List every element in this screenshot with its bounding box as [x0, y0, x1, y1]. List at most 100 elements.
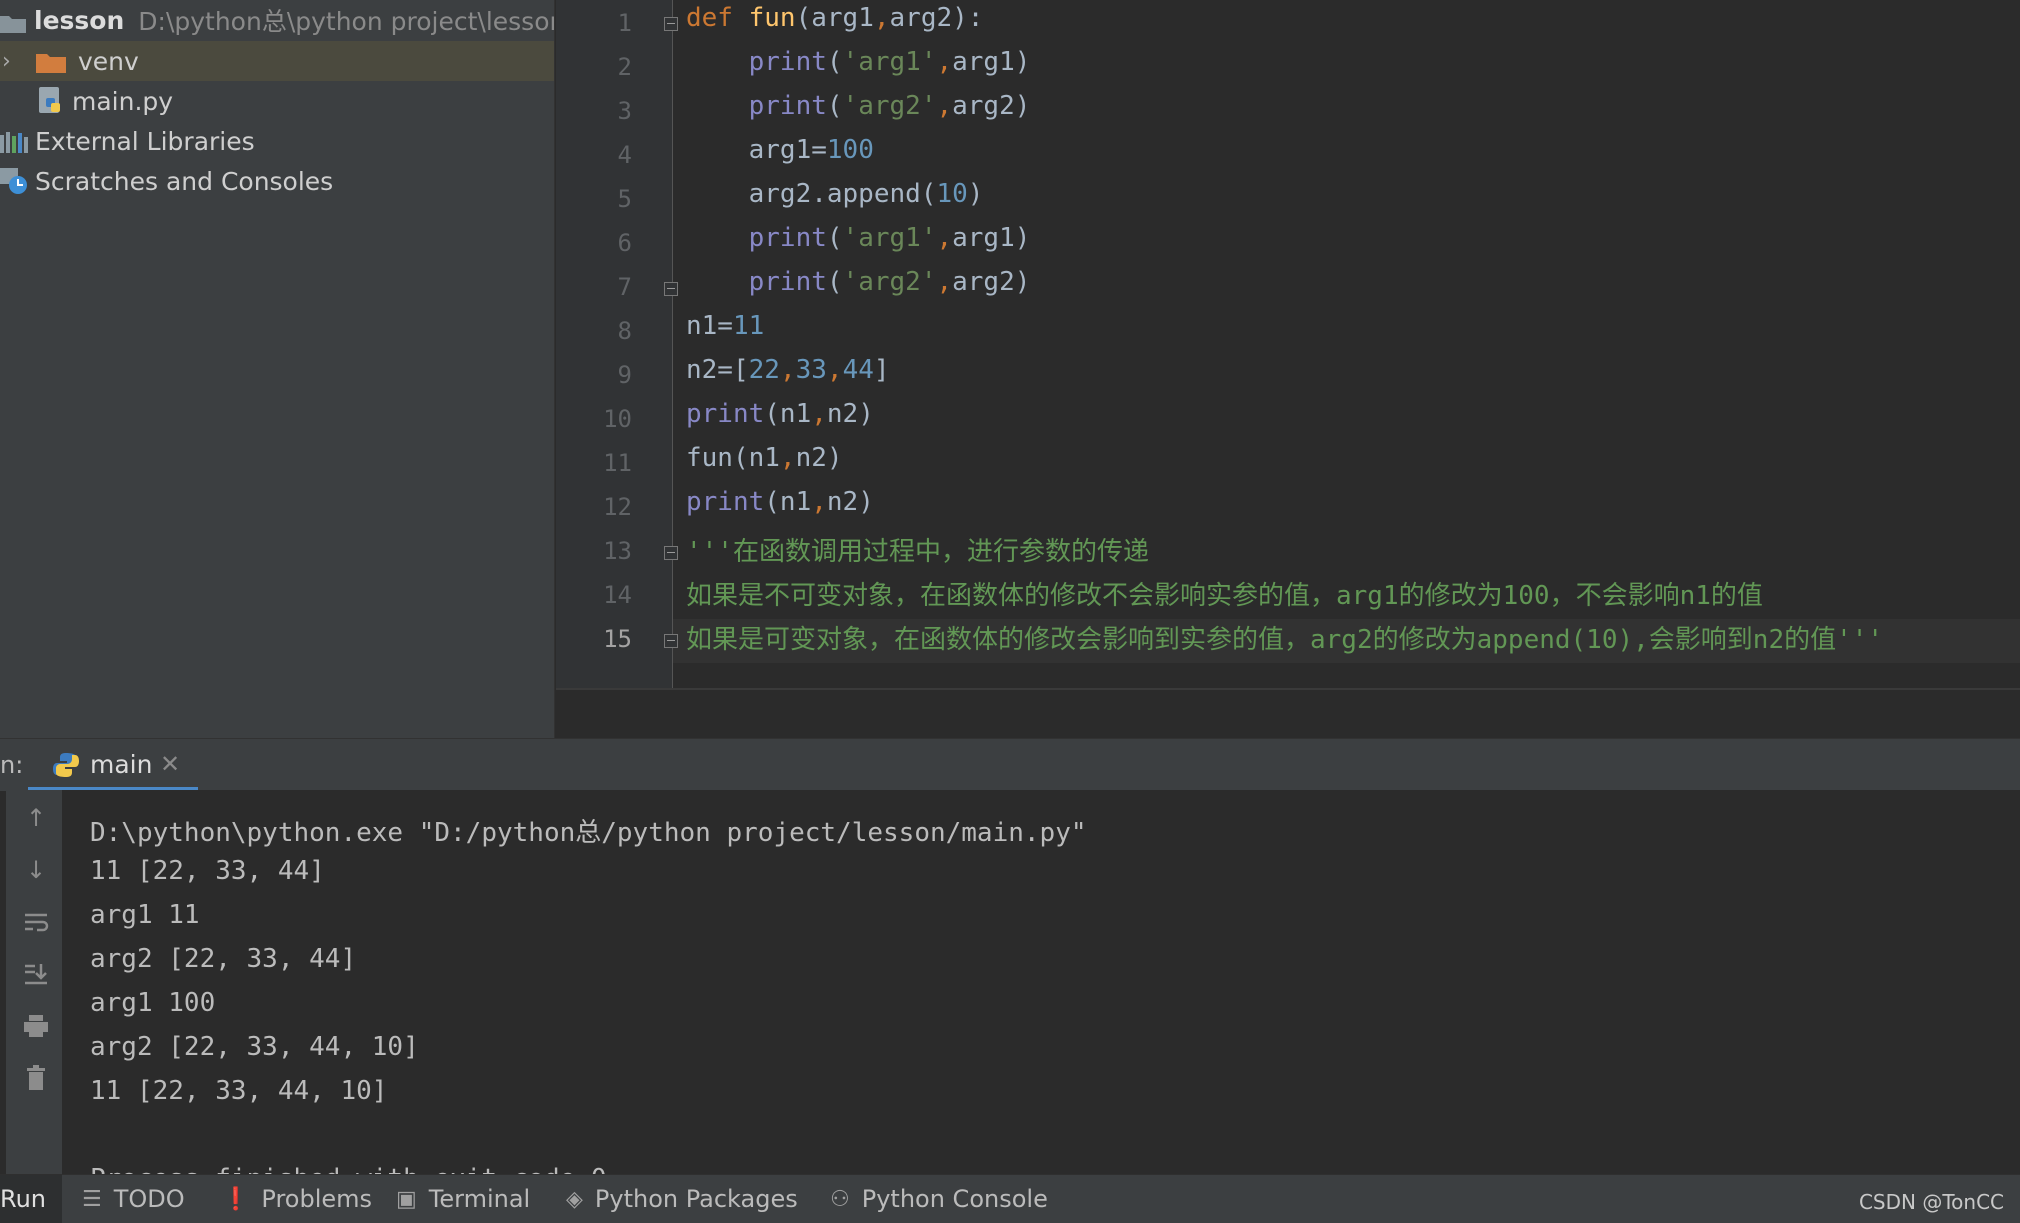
arrow-down-icon[interactable]: ↓: [22, 856, 50, 884]
code-token: fun(n1: [686, 443, 780, 473]
line-number: 14: [603, 581, 632, 609]
code-line[interactable]: print('arg2',arg2): [686, 267, 1031, 297]
tool-window-bar: Run ☰ TODO ❗ Problems ▣ Terminal ◈ Pytho…: [0, 1174, 2020, 1223]
code-token: 如果是不可变对象，在函数体的修改不会影响实参的值，arg1的修改为100，不会影…: [686, 581, 1763, 611]
code-token: ,: [936, 267, 953, 297]
code-line[interactable]: fun(n1,n2): [686, 443, 843, 473]
code-token: ,: [873, 3, 890, 33]
line-number: 3: [617, 97, 632, 125]
tree-root-path: D:\python总\python project\lesson: [138, 7, 555, 36]
trash-icon[interactable]: [22, 1064, 50, 1092]
tool-tab-todo[interactable]: ☰ TODO: [82, 1175, 185, 1223]
arrow-up-icon[interactable]: ↑: [22, 804, 50, 832]
tab-main-label: main: [90, 750, 153, 779]
run-toolbar: ↑ ↓: [6, 790, 62, 1174]
code-line[interactable]: print(n1,n2): [686, 487, 874, 517]
code-line[interactable]: '''在函数调用过程中，进行参数的传递: [686, 531, 1149, 568]
code-token: print: [686, 47, 827, 77]
tree-item-label: Scratches and Consoles: [35, 166, 334, 196]
tool-tab-label: Python Packages: [594, 1185, 798, 1213]
tree-item-label: External Libraries: [35, 126, 255, 156]
tree-item-label: venv: [78, 46, 139, 76]
scratches-icon: [0, 166, 30, 196]
code-token: arg2.append(: [686, 179, 937, 209]
code-token: 'arg2': [842, 91, 937, 121]
code-token: fun: [748, 3, 796, 33]
code-token: ,: [779, 443, 796, 473]
print-icon[interactable]: [22, 1012, 50, 1040]
tool-tab-label: Python Console: [861, 1185, 1048, 1213]
code-line[interactable]: arg2.append(10): [686, 179, 984, 209]
tool-tab-run[interactable]: Run: [0, 1175, 63, 1223]
code-token: n1=: [686, 311, 733, 341]
code-line[interactable]: print('arg1',arg1): [686, 223, 1031, 253]
code-token: 如果是可变对象，在函数体的修改会影响到实参的值，arg2的修改为append(1…: [686, 625, 1884, 655]
project-tool-window: lesson D:\python总\python project\lesson …: [0, 0, 555, 738]
code-line[interactable]: def fun(arg1,arg2):: [686, 3, 983, 33]
line-number: 4: [617, 141, 632, 169]
chevron-right-icon[interactable]: ›: [2, 49, 28, 74]
tree-item-venv[interactable]: › venv: [0, 41, 554, 81]
tree-item-external-libraries[interactable]: External Libraries: [0, 121, 554, 161]
code-token: (: [826, 267, 843, 297]
run-console-output[interactable]: D:\python\python.exe "D:/python总/python …: [62, 790, 2020, 1174]
code-token: n2=[: [686, 355, 749, 385]
code-token: n2): [826, 399, 874, 429]
code-token: arg2): [952, 267, 1031, 297]
tree-item-main-py[interactable]: main.py: [0, 81, 554, 121]
code-line[interactable]: print('arg1',arg1): [686, 47, 1031, 77]
code-token: 11: [732, 311, 765, 341]
code-line[interactable]: 如果是可变对象，在函数体的修改会影响到实参的值，arg2的修改为append(1…: [686, 619, 1883, 656]
code-token: 'arg1': [842, 223, 937, 253]
tab-main[interactable]: main ✕: [28, 739, 198, 791]
line-number: 11: [603, 449, 632, 477]
code-token: n2): [826, 487, 874, 517]
fold-marker-icon[interactable]: [664, 282, 678, 296]
tree-root-lesson[interactable]: lesson D:\python总\python project\lesson: [0, 0, 554, 40]
code-token: (: [826, 47, 843, 77]
folder-icon: [0, 10, 26, 33]
line-number: 7: [617, 273, 632, 301]
line-number: 8: [617, 317, 632, 345]
code-token: (: [826, 223, 843, 253]
code-line[interactable]: arg1=100: [686, 135, 874, 165]
console-line: 11 [22, 33, 44, 10]: [90, 1076, 388, 1106]
code-token: 44: [842, 355, 874, 385]
close-icon[interactable]: ✕: [160, 750, 180, 778]
code-line[interactable]: n2=[22,33,44]: [686, 355, 890, 385]
code-line[interactable]: 如果是不可变对象，在函数体的修改不会影响实参的值，arg1的修改为100，不会影…: [686, 575, 1763, 612]
scroll-to-end-icon[interactable]: [22, 960, 50, 988]
tool-tab-label: Run: [0, 1185, 47, 1213]
code-token: 'arg2': [842, 267, 937, 297]
tool-tab-python-packages[interactable]: ◈ Python Packages: [566, 1175, 798, 1223]
tool-tab-python-console[interactable]: ⚇ Python Console: [830, 1175, 1048, 1223]
editor-bottom-border: [556, 688, 2020, 690]
tool-tab-problems[interactable]: ❗ Problems: [222, 1175, 372, 1223]
code-token: 100: [826, 135, 874, 165]
fold-marker-icon[interactable]: [664, 17, 678, 31]
code-editor[interactable]: 1 2 3 4 5 6 7 8 9 10 11 12 13 14 15 def fun(arg1,arg2)…: [556, 0, 2020, 738]
fold-marker-icon[interactable]: [664, 634, 678, 648]
library-icon: [0, 130, 28, 153]
code-token: n2): [795, 443, 843, 473]
warning-icon: ❗: [222, 1186, 250, 1212]
line-number: 12: [603, 493, 632, 521]
line-number: 13: [603, 537, 632, 565]
code-token: arg1=: [686, 135, 827, 165]
code-token: ): [967, 179, 984, 209]
code-line[interactable]: print('arg2',arg2): [686, 91, 1031, 121]
run-panel-label: n:: [0, 751, 24, 779]
code-token: arg2): [952, 91, 1031, 121]
fold-marker-icon[interactable]: [664, 546, 678, 560]
code-token: ,: [811, 487, 827, 517]
tree-item-scratches[interactable]: Scratches and Consoles: [0, 161, 554, 201]
soft-wrap-icon[interactable]: [22, 908, 50, 936]
code-token: 33: [795, 355, 827, 385]
tool-tab-terminal[interactable]: ▣ Terminal: [396, 1175, 530, 1223]
line-number: 1: [617, 9, 632, 37]
code-line[interactable]: print(n1,n2): [686, 399, 874, 429]
code-token: print: [686, 399, 765, 429]
watermark: CSDN @TonCC: [1858, 1190, 2004, 1214]
code-line[interactable]: n1=11: [686, 311, 764, 341]
code-token: ]: [873, 355, 890, 385]
